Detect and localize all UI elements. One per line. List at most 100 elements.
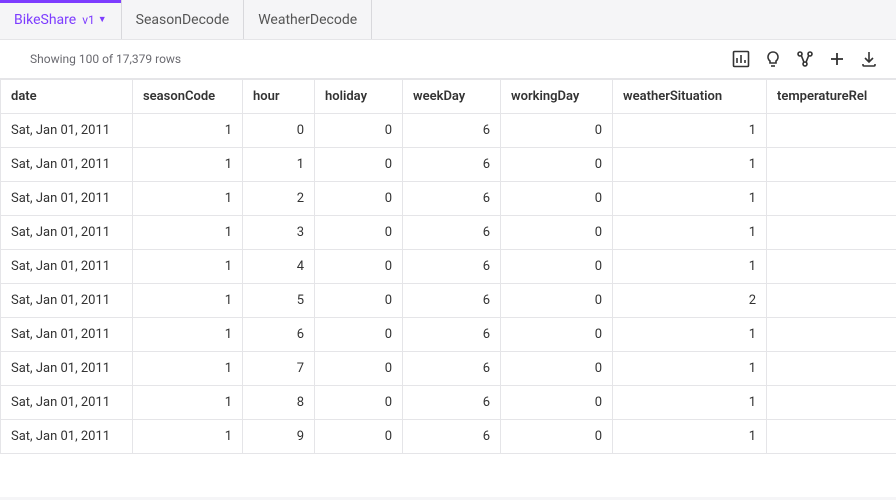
cell-holiday[interactable]: 0	[315, 386, 403, 420]
cell-temperaturerel[interactable]	[767, 148, 896, 182]
cell-seasoncode[interactable]: 1	[133, 216, 243, 250]
cell-workingday[interactable]: 0	[501, 114, 613, 148]
cell-temperaturerel[interactable]	[767, 420, 896, 454]
cell-hour[interactable]: 7	[243, 352, 315, 386]
table-row[interactable]: Sat, Jan 01, 2011130601	[1, 216, 896, 250]
cell-temperaturerel[interactable]	[767, 352, 896, 386]
table-row[interactable]: Sat, Jan 01, 2011140601	[1, 250, 896, 284]
cell-date[interactable]: Sat, Jan 01, 2011	[1, 216, 133, 250]
cell-date[interactable]: Sat, Jan 01, 2011	[1, 250, 133, 284]
cell-holiday[interactable]: 0	[315, 284, 403, 318]
cell-workingday[interactable]: 0	[501, 318, 613, 352]
cell-seasoncode[interactable]: 1	[133, 318, 243, 352]
cell-weathersituation[interactable]: 1	[613, 148, 767, 182]
cell-holiday[interactable]: 0	[315, 318, 403, 352]
cell-weekday[interactable]: 6	[403, 420, 501, 454]
cell-date[interactable]: Sat, Jan 01, 2011	[1, 284, 133, 318]
cell-workingday[interactable]: 0	[501, 420, 613, 454]
cell-date[interactable]: Sat, Jan 01, 2011	[1, 114, 133, 148]
cell-seasoncode[interactable]: 1	[133, 352, 243, 386]
cell-holiday[interactable]: 0	[315, 420, 403, 454]
column-header-holiday[interactable]: holiday	[315, 80, 403, 114]
cell-date[interactable]: Sat, Jan 01, 2011	[1, 182, 133, 216]
cell-workingday[interactable]: 0	[501, 182, 613, 216]
cell-seasoncode[interactable]: 1	[133, 182, 243, 216]
cell-hour[interactable]: 0	[243, 114, 315, 148]
tab-seasondecode[interactable]: SeasonDecode	[122, 0, 245, 39]
cell-workingday[interactable]: 0	[501, 284, 613, 318]
cell-holiday[interactable]: 0	[315, 148, 403, 182]
tab-bikeshare[interactable]: BikeShare v1 ▼	[0, 0, 122, 39]
chart-icon[interactable]	[732, 50, 750, 68]
cell-weathersituation[interactable]: 1	[613, 114, 767, 148]
cell-weathersituation[interactable]: 1	[613, 420, 767, 454]
plus-icon[interactable]	[828, 50, 846, 68]
cell-weathersituation[interactable]: 1	[613, 182, 767, 216]
cell-workingday[interactable]: 0	[501, 148, 613, 182]
table-row[interactable]: Sat, Jan 01, 2011150602	[1, 284, 896, 318]
cell-hour[interactable]: 1	[243, 148, 315, 182]
column-header-hour[interactable]: hour	[243, 80, 315, 114]
column-header-seasoncode[interactable]: seasonCode	[133, 80, 243, 114]
cell-weathersituation[interactable]: 1	[613, 352, 767, 386]
cell-holiday[interactable]: 0	[315, 216, 403, 250]
cell-weathersituation[interactable]: 2	[613, 284, 767, 318]
table-scroll-area[interactable]: date seasonCode hour holiday weekDay wor…	[0, 79, 896, 497]
cell-temperaturerel[interactable]	[767, 386, 896, 420]
table-row[interactable]: Sat, Jan 01, 2011120601	[1, 182, 896, 216]
cell-holiday[interactable]: 0	[315, 114, 403, 148]
table-row[interactable]: Sat, Jan 01, 2011100601	[1, 114, 896, 148]
column-header-weekday[interactable]: weekDay	[403, 80, 501, 114]
cell-hour[interactable]: 5	[243, 284, 315, 318]
cell-weekday[interactable]: 6	[403, 182, 501, 216]
chevron-down-icon[interactable]: ▼	[98, 14, 107, 25]
cell-workingday[interactable]: 0	[501, 250, 613, 284]
cell-holiday[interactable]: 0	[315, 352, 403, 386]
cell-weekday[interactable]: 6	[403, 114, 501, 148]
cell-seasoncode[interactable]: 1	[133, 386, 243, 420]
cell-weathersituation[interactable]: 1	[613, 318, 767, 352]
cell-hour[interactable]: 6	[243, 318, 315, 352]
cell-weathersituation[interactable]: 1	[613, 386, 767, 420]
cell-temperaturerel[interactable]	[767, 284, 896, 318]
table-row[interactable]: Sat, Jan 01, 2011160601	[1, 318, 896, 352]
table-row[interactable]: Sat, Jan 01, 2011180601	[1, 386, 896, 420]
table-row[interactable]: Sat, Jan 01, 2011170601	[1, 352, 896, 386]
cell-workingday[interactable]: 0	[501, 216, 613, 250]
cell-holiday[interactable]: 0	[315, 250, 403, 284]
graph-icon[interactable]	[796, 50, 814, 68]
table-row[interactable]: Sat, Jan 01, 2011190601	[1, 420, 896, 454]
cell-weekday[interactable]: 6	[403, 318, 501, 352]
cell-hour[interactable]: 4	[243, 250, 315, 284]
cell-temperaturerel[interactable]	[767, 216, 896, 250]
cell-temperaturerel[interactable]	[767, 250, 896, 284]
cell-weathersituation[interactable]: 1	[613, 250, 767, 284]
table-row[interactable]: Sat, Jan 01, 2011110601	[1, 148, 896, 182]
cell-date[interactable]: Sat, Jan 01, 2011	[1, 386, 133, 420]
cell-weekday[interactable]: 6	[403, 386, 501, 420]
cell-seasoncode[interactable]: 1	[133, 148, 243, 182]
cell-hour[interactable]: 2	[243, 182, 315, 216]
cell-weekday[interactable]: 6	[403, 352, 501, 386]
cell-date[interactable]: Sat, Jan 01, 2011	[1, 318, 133, 352]
column-header-temperaturerel[interactable]: temperatureRel	[767, 80, 896, 114]
cell-hour[interactable]: 3	[243, 216, 315, 250]
cell-hour[interactable]: 9	[243, 420, 315, 454]
column-header-date[interactable]: date	[1, 80, 133, 114]
cell-workingday[interactable]: 0	[501, 352, 613, 386]
cell-workingday[interactable]: 0	[501, 386, 613, 420]
cell-weekday[interactable]: 6	[403, 216, 501, 250]
cell-weekday[interactable]: 6	[403, 284, 501, 318]
cell-seasoncode[interactable]: 1	[133, 250, 243, 284]
cell-temperaturerel[interactable]	[767, 318, 896, 352]
cell-seasoncode[interactable]: 1	[133, 420, 243, 454]
cell-temperaturerel[interactable]	[767, 114, 896, 148]
cell-weekday[interactable]: 6	[403, 250, 501, 284]
cell-seasoncode[interactable]: 1	[133, 114, 243, 148]
cell-weekday[interactable]: 6	[403, 148, 501, 182]
cell-holiday[interactable]: 0	[315, 182, 403, 216]
cell-date[interactable]: Sat, Jan 01, 2011	[1, 420, 133, 454]
lightbulb-icon[interactable]	[764, 50, 782, 68]
download-icon[interactable]	[860, 50, 878, 68]
cell-date[interactable]: Sat, Jan 01, 2011	[1, 148, 133, 182]
